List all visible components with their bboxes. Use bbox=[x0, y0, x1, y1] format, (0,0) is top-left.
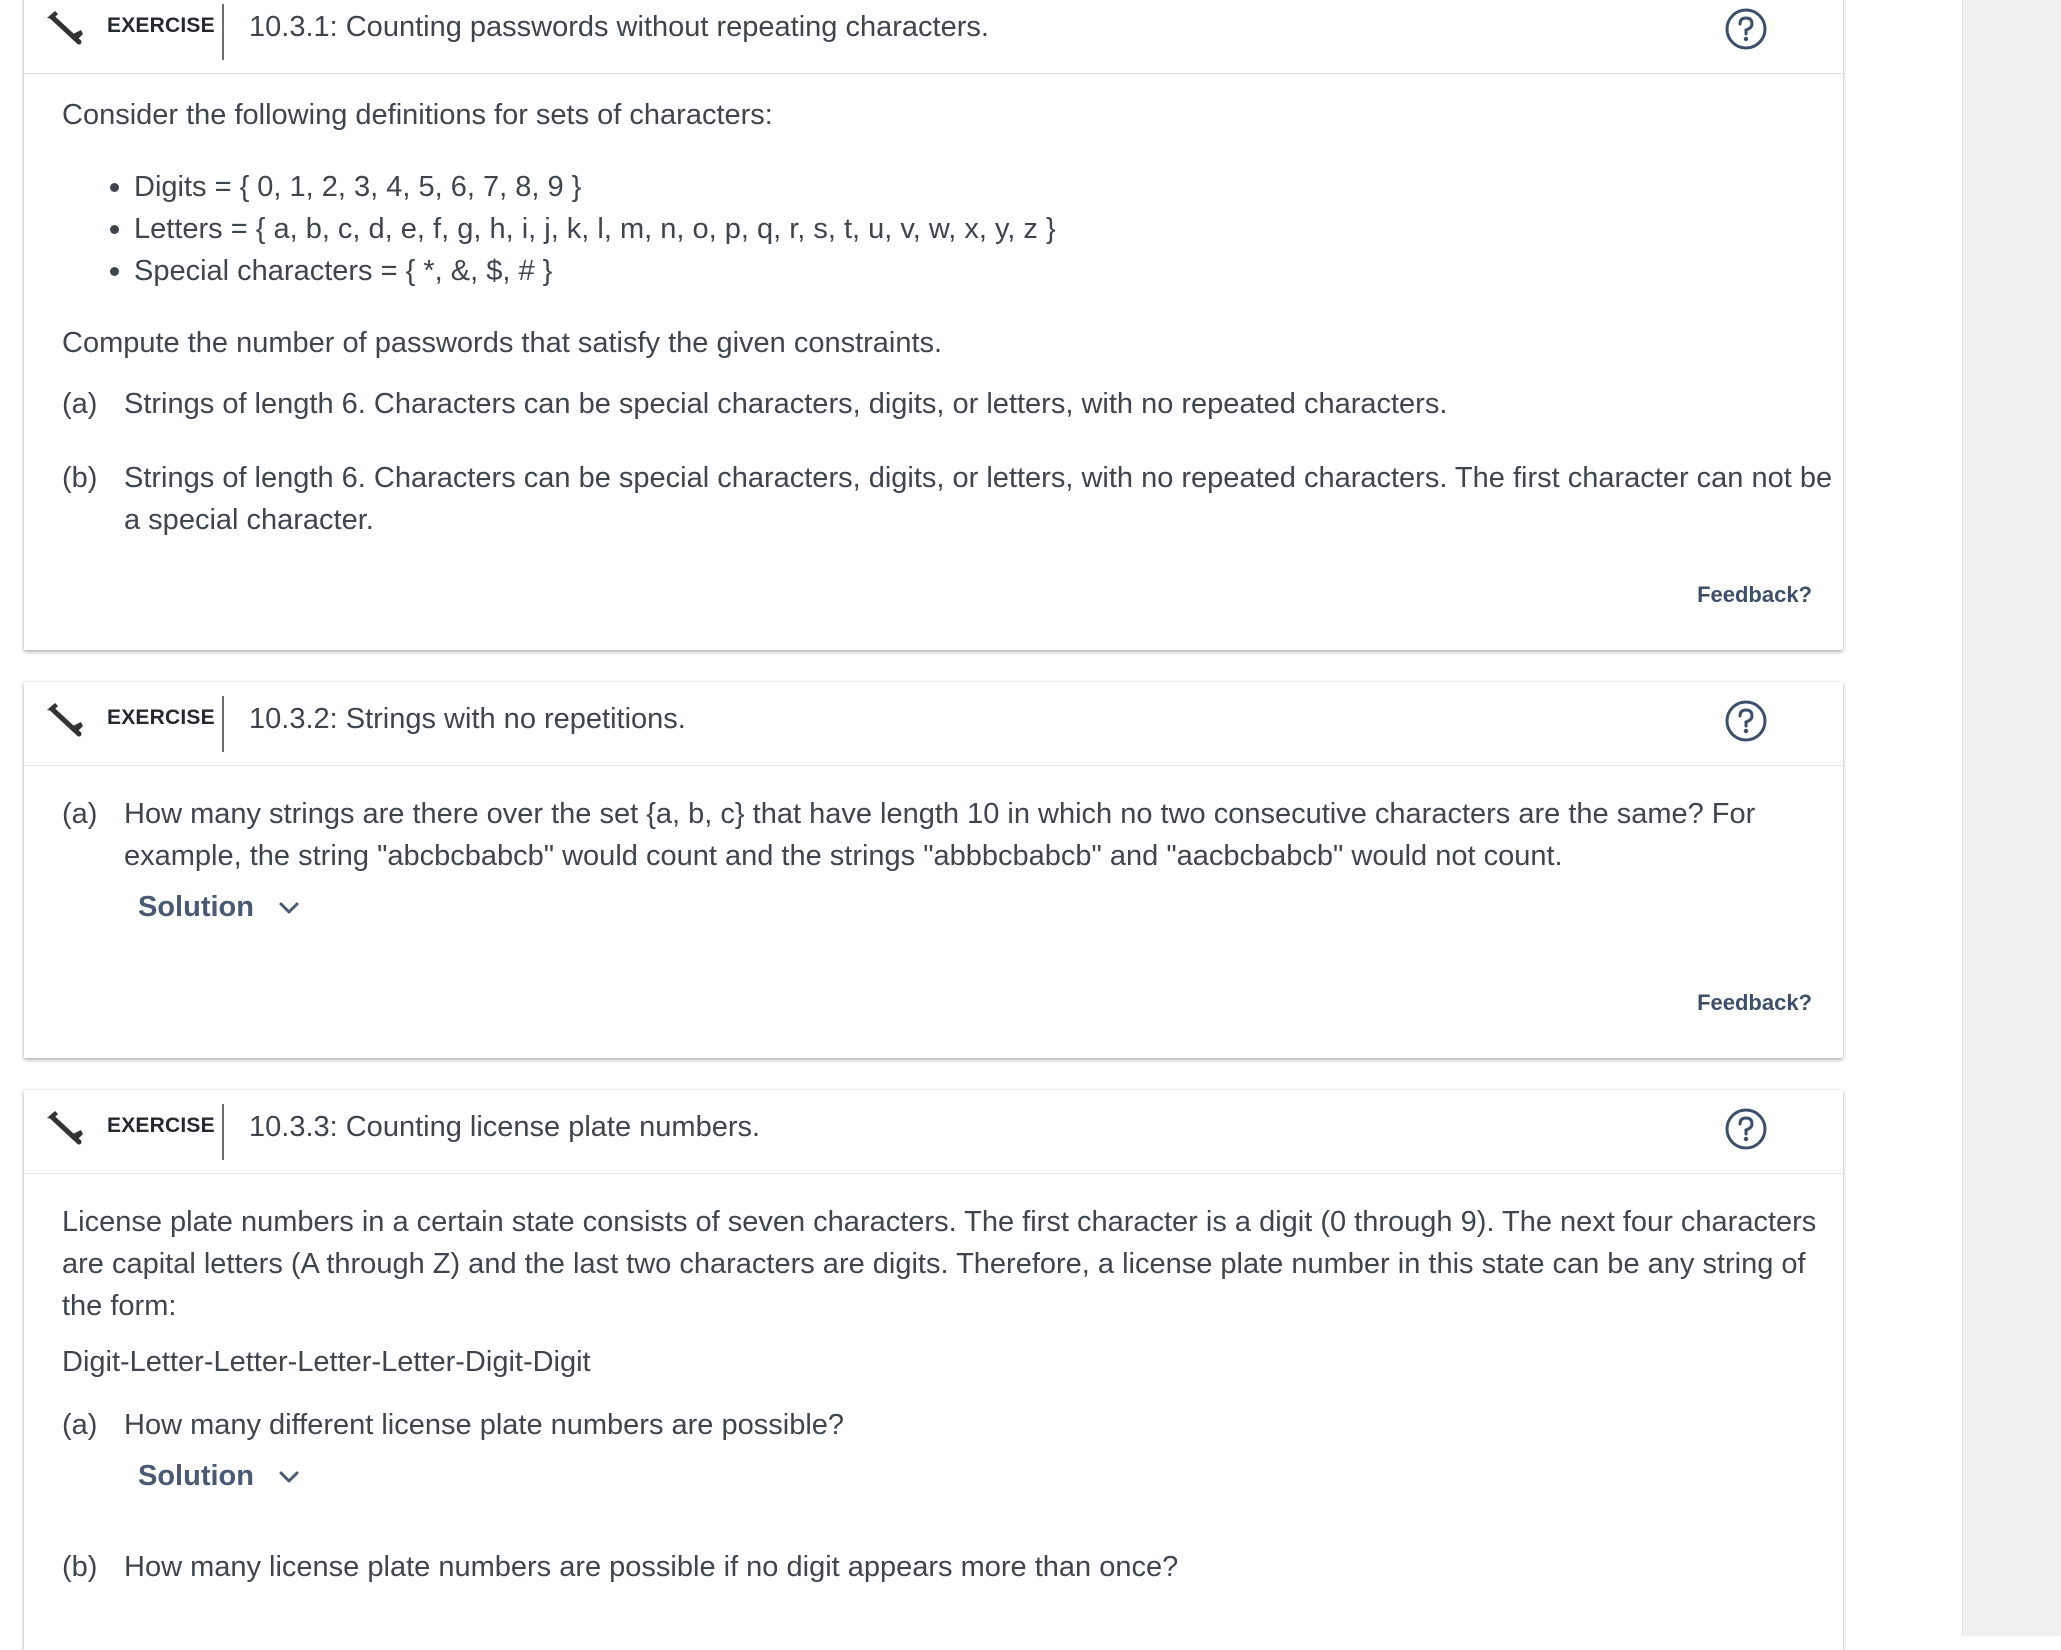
exercise-title: 10.3.2: Strings with no repetitions. bbox=[249, 703, 686, 735]
intro-text: Consider the following definitions for s… bbox=[62, 99, 773, 131]
help-circle-icon[interactable] bbox=[1724, 699, 1768, 743]
solution-label: Solution bbox=[138, 1460, 254, 1492]
part-letter: (b) bbox=[62, 462, 98, 494]
header-divider bbox=[222, 4, 224, 60]
exercise-card-10-3-2: EXERCISE 10.3.2: Strings with no repetit… bbox=[24, 682, 1843, 1058]
exercise-card-10-3-3: EXERCISE 10.3.3: Counting license plate … bbox=[24, 1090, 1843, 1650]
part-b: (b) How many license plate numbers are p… bbox=[62, 1546, 1842, 1588]
form-text: Digit-Letter-Letter-Letter-Letter-Digit-… bbox=[62, 1346, 591, 1378]
list-item: Special characters = { *, &, $, # } bbox=[110, 250, 1056, 292]
exercise-card-10-3-1: EXERCISE 10.3.1: Counting passwords with… bbox=[24, 0, 1843, 650]
header-divider bbox=[222, 696, 224, 752]
part-a: (a) How many different license plate num… bbox=[62, 1404, 1842, 1446]
feedback-link[interactable]: Feedback? bbox=[1697, 582, 1812, 608]
exercise-hammer-icon bbox=[47, 703, 83, 737]
exercise-title: 10.3.1: Counting passwords without repea… bbox=[249, 11, 989, 43]
set-definitions-list: Digits = { 0, 1, 2, 3, 4, 5, 6, 7, 8, 9 … bbox=[110, 166, 1056, 292]
exercise-header: EXERCISE 10.3.1: Counting passwords with… bbox=[24, 0, 1843, 74]
page-gutter bbox=[1962, 0, 2061, 1636]
part-letter: (b) bbox=[62, 1551, 98, 1583]
part-letter: (a) bbox=[62, 388, 98, 420]
list-item: Letters = { a, b, c, d, e, f, g, h, i, j… bbox=[110, 208, 1056, 250]
help-circle-icon[interactable] bbox=[1724, 7, 1768, 51]
part-text: How many license plate numbers are possi… bbox=[124, 1551, 1179, 1583]
part-text: Strings of length 6. Characters can be s… bbox=[124, 388, 1448, 420]
intro-text: License plate numbers in a certain state… bbox=[62, 1206, 1817, 1322]
exercise-header: EXERCISE 10.3.2: Strings with no repetit… bbox=[24, 682, 1843, 766]
list-item: Digits = { 0, 1, 2, 3, 4, 5, 6, 7, 8, 9 … bbox=[110, 166, 1056, 208]
header-divider bbox=[222, 1104, 224, 1160]
part-text: Strings of length 6. Characters can be s… bbox=[124, 462, 1833, 536]
chevron-down-icon bbox=[279, 902, 299, 913]
exercise-hammer-icon bbox=[47, 11, 83, 45]
part-letter: (a) bbox=[62, 1409, 98, 1441]
chevron-down-icon bbox=[279, 1471, 299, 1482]
solution-toggle[interactable]: Solution bbox=[138, 1460, 300, 1493]
exercise-label: EXERCISE bbox=[107, 706, 215, 729]
exercise-title: 10.3.3: Counting license plate numbers. bbox=[249, 1111, 761, 1143]
solution-label: Solution bbox=[138, 891, 254, 923]
part-a: (a) Strings of length 6. Characters can … bbox=[62, 383, 1842, 425]
part-text: How many different license plate numbers… bbox=[124, 1409, 845, 1441]
feedback-link[interactable]: Feedback? bbox=[1697, 990, 1812, 1016]
part-a: (a) How many strings are there over the … bbox=[62, 793, 1842, 877]
exercise-hammer-icon bbox=[47, 1111, 83, 1145]
exercise-label: EXERCISE bbox=[107, 14, 215, 37]
exercise-label: EXERCISE bbox=[107, 1114, 215, 1137]
exercise-header: EXERCISE 10.3.3: Counting license plate … bbox=[24, 1090, 1843, 1174]
solution-toggle[interactable]: Solution bbox=[138, 891, 300, 924]
part-b: (b) Strings of length 6. Characters can … bbox=[62, 457, 1842, 541]
prompt-text: Compute the number of passwords that sat… bbox=[62, 327, 943, 359]
part-letter: (a) bbox=[62, 798, 98, 830]
help-circle-icon[interactable] bbox=[1724, 1107, 1768, 1151]
part-text: How many strings are there over the set … bbox=[124, 798, 1756, 872]
